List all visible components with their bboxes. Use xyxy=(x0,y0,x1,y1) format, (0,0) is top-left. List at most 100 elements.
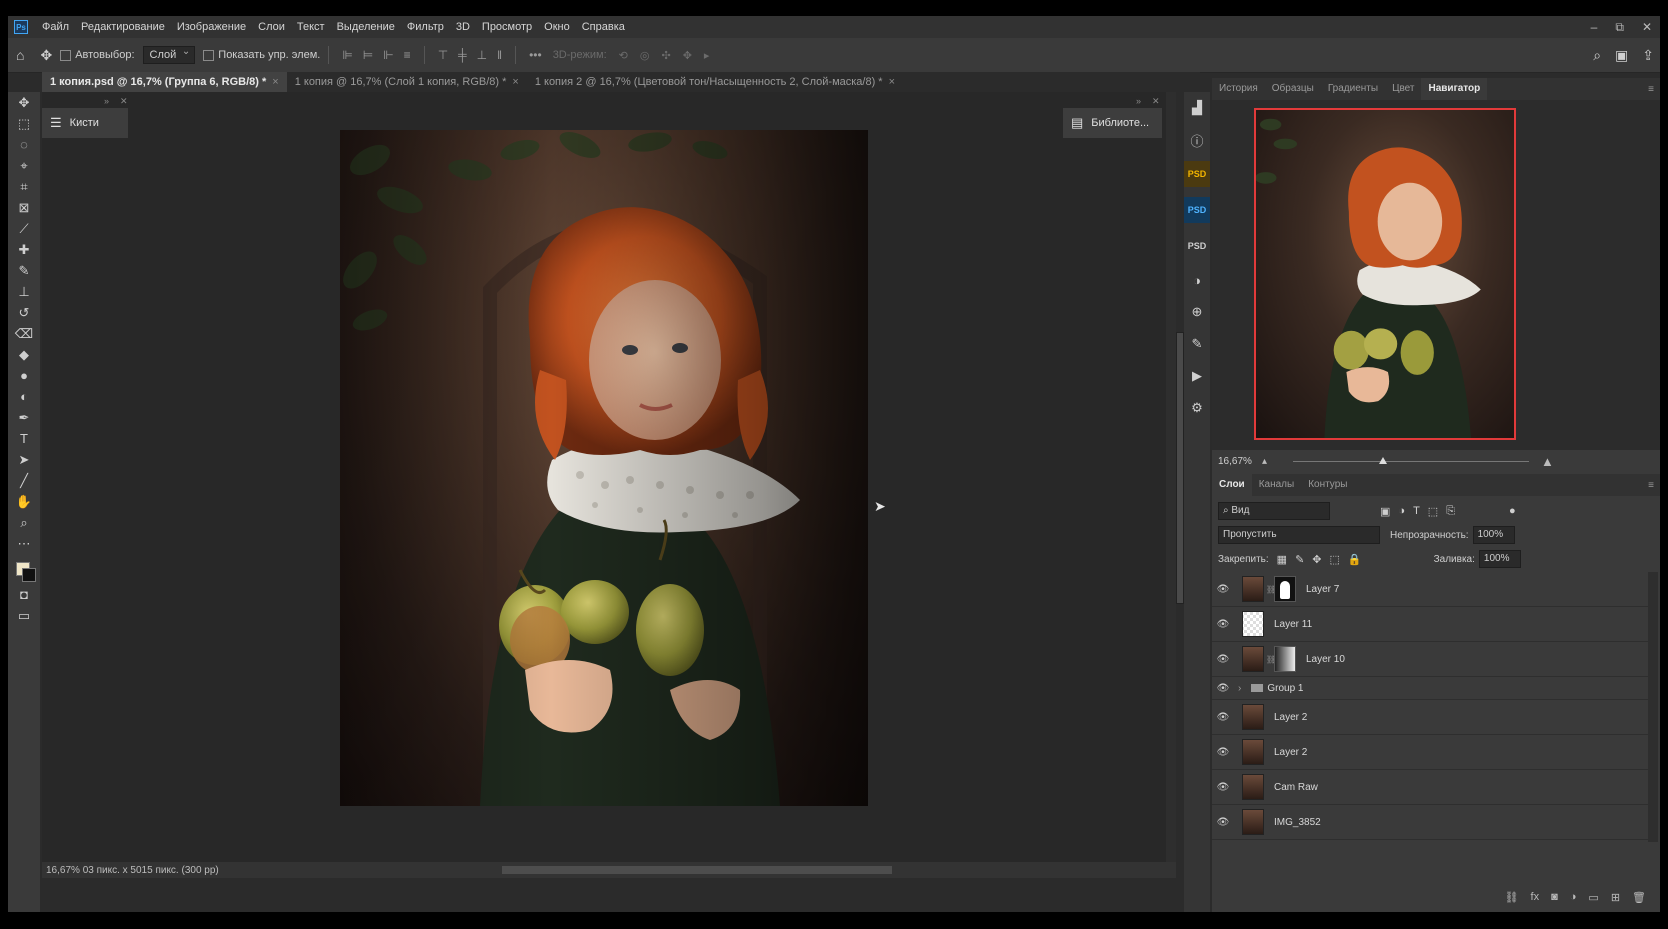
scroll-thumb[interactable] xyxy=(1176,332,1184,604)
screen-mode-icon[interactable]: ▭ xyxy=(13,605,35,626)
lock-position-icon[interactable]: ✥ xyxy=(1312,553,1321,566)
lasso-tool-icon[interactable]: ◌ xyxy=(13,134,35,155)
eyedropper-tool-icon[interactable]: ⟋ xyxy=(13,218,35,239)
new-layer-icon[interactable]: ⊞ xyxy=(1611,891,1620,904)
tab-history[interactable]: История xyxy=(1212,78,1265,100)
tab-color[interactable]: Цвет xyxy=(1385,78,1421,100)
link-icon[interactable]: ⛓ xyxy=(1266,585,1276,594)
healing-brush-tool-icon[interactable]: ✚ xyxy=(13,239,35,260)
layer-mask-thumbnail[interactable] xyxy=(1274,576,1296,602)
layer-row[interactable]: 👁 ⛓ Layer 7 xyxy=(1212,572,1648,607)
menu-view[interactable]: Просмотр xyxy=(476,21,538,33)
home-icon[interactable]: ⌂ xyxy=(16,47,24,63)
layer-name[interactable]: Layer 10 xyxy=(1306,654,1345,665)
path-select-tool-icon[interactable]: ➤ xyxy=(13,449,35,470)
autoselect-dropdown[interactable]: Слой xyxy=(142,46,196,64)
layer-row[interactable]: 👁 Layer 2 xyxy=(1212,700,1648,735)
menu-3d[interactable]: 3D xyxy=(450,21,476,33)
link-layers-icon[interactable]: ⛓ xyxy=(1505,891,1519,904)
layer-name[interactable]: Layer 11 xyxy=(1274,619,1312,630)
canvas-horizontal-scrollbar[interactable] xyxy=(502,866,892,874)
search-zoom-icon[interactable]: ⊕ xyxy=(1186,301,1208,323)
menu-layers[interactable]: Слои xyxy=(252,21,291,33)
lock-artboard-icon[interactable]: ⬚ xyxy=(1330,553,1340,566)
more-options-icon[interactable]: ••• xyxy=(529,48,542,62)
collapse-icon[interactable]: » xyxy=(104,96,109,106)
psd-file-icon[interactable]: PSD xyxy=(1184,161,1210,187)
smart-filter-icon[interactable]: ⎘ xyxy=(1446,505,1455,518)
link-icon[interactable]: ⛓ xyxy=(1266,655,1276,664)
align-middle-icon[interactable]: ╪ xyxy=(458,48,467,62)
brush-tool-icon[interactable]: ✎ xyxy=(13,260,35,281)
show-controls-checkbox[interactable] xyxy=(203,49,215,61)
paint-bucket-tool-icon[interactable]: ◆ xyxy=(13,344,35,365)
tab-navigator[interactable]: Навигатор xyxy=(1421,78,1488,100)
line-tool-icon[interactable]: ╱ xyxy=(13,470,35,491)
align-center-icon[interactable]: ⊨ xyxy=(363,48,373,62)
adjustment-layer-icon[interactable]: ◑ xyxy=(1570,891,1577,903)
marquee-tool-icon[interactable]: ⬚ xyxy=(13,113,35,134)
menu-window[interactable]: Окно xyxy=(538,21,576,33)
layer-name[interactable]: Layer 7 xyxy=(1306,584,1339,595)
autoselect-checkbox[interactable] xyxy=(60,49,72,61)
fx-icon[interactable]: fx xyxy=(1531,891,1540,903)
visibility-eye-icon[interactable]: 👁 xyxy=(1212,747,1234,758)
canvas-vertical-scrollbar[interactable] xyxy=(1166,92,1184,862)
layer-name[interactable]: Layer 2 xyxy=(1274,712,1307,723)
tab-close-icon[interactable]: × xyxy=(889,76,895,88)
align-top-icon[interactable]: ⊤ xyxy=(438,48,448,62)
blend-mode-dropdown[interactable]: Пропустить xyxy=(1218,526,1380,544)
stamp-tool-icon[interactable]: ⊥ xyxy=(13,281,35,302)
visibility-eye-icon[interactable]: 👁 xyxy=(1212,584,1234,595)
type-filter-icon[interactable]: T xyxy=(1413,505,1420,517)
menu-file[interactable]: Файл xyxy=(36,21,75,33)
tab-channels[interactable]: Каналы xyxy=(1252,474,1302,496)
document-canvas-image[interactable] xyxy=(340,130,868,806)
chevron-right-icon[interactable]: › xyxy=(1238,683,1241,694)
3d-pan-icon[interactable]: ✣ xyxy=(661,49,670,62)
type-tool-icon[interactable]: T xyxy=(13,428,35,449)
visibility-eye-icon[interactable]: 👁 xyxy=(1212,654,1234,665)
layer-name[interactable]: Cam Raw xyxy=(1274,782,1318,793)
menu-help[interactable]: Справка xyxy=(576,21,631,33)
workspace-icon[interactable]: ▣ xyxy=(1615,47,1628,64)
lock-pixels-icon[interactable]: ✎ xyxy=(1295,553,1304,566)
layer-filter-dropdown[interactable]: ⌕ Вид xyxy=(1218,502,1330,520)
align-right-icon[interactable]: ⊩ xyxy=(383,48,393,62)
background-color-swatch[interactable] xyxy=(22,568,36,582)
adjustment-filter-icon[interactable]: ◑ xyxy=(1398,505,1405,517)
share-icon[interactable]: ⇪ xyxy=(1642,47,1654,64)
quick-mask-icon[interactable]: ◘ xyxy=(13,584,35,605)
psd-file-icon[interactable]: PSD xyxy=(1184,197,1210,223)
delete-layer-icon[interactable]: 🗑 xyxy=(1632,891,1646,904)
adjustments-icon[interactable]: ◑ xyxy=(1186,269,1208,291)
psd-file-icon[interactable]: PSD xyxy=(1184,233,1210,259)
zoom-slider-knob[interactable] xyxy=(1378,456,1387,464)
close-window-button[interactable]: ✕ xyxy=(1642,20,1652,34)
visibility-eye-icon[interactable]: 👁 xyxy=(1212,619,1234,630)
filter-toggle-icon[interactable]: ● xyxy=(1509,505,1516,517)
tab-document-1[interactable]: 1 копия.psd @ 16,7% (Группа 6, RGB/8) * × xyxy=(42,72,287,92)
visibility-eye-icon[interactable]: 👁 xyxy=(1212,712,1234,723)
minimize-button[interactable]: – xyxy=(1591,20,1598,34)
move-tool-icon[interactable]: ✥ xyxy=(40,47,52,64)
pen-tool-icon[interactable]: ✒ xyxy=(13,407,35,428)
3d-scale-icon[interactable]: ▸ xyxy=(704,49,710,62)
tab-swatches[interactable]: Образцы xyxy=(1265,78,1321,100)
lock-all-icon[interactable]: 🔒 xyxy=(1348,553,1362,566)
restore-button[interactable]: ⧉ xyxy=(1615,20,1624,35)
layer-mask-thumbnail[interactable] xyxy=(1274,646,1296,672)
panel-menu-icon[interactable]: ≡ xyxy=(1648,480,1654,491)
zoom-tool-icon[interactable]: ⌕ xyxy=(13,512,35,533)
fill-input[interactable]: 100% xyxy=(1478,550,1521,568)
visibility-eye-icon[interactable]: 👁 xyxy=(1212,683,1234,694)
menu-select[interactable]: Выделение xyxy=(331,21,401,33)
libraries-panel-button[interactable]: ▤ Библиоте... xyxy=(1063,108,1162,138)
shape-filter-icon[interactable]: ⬚ xyxy=(1428,505,1438,518)
visibility-eye-icon[interactable]: 👁 xyxy=(1212,782,1234,793)
search-icon[interactable]: ⌕ xyxy=(1593,47,1601,64)
tab-layers[interactable]: Слои xyxy=(1212,474,1252,496)
layer-row[interactable]: 👁 Layer 11 xyxy=(1212,607,1648,642)
properties-icon[interactable]: ⚙ xyxy=(1186,397,1208,419)
layer-name[interactable]: Layer 2 xyxy=(1274,747,1307,758)
